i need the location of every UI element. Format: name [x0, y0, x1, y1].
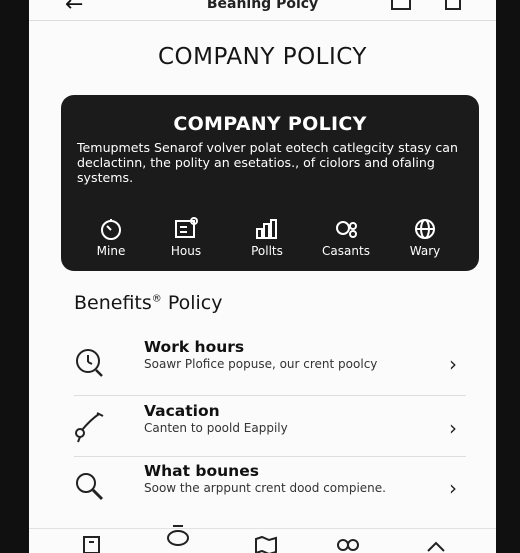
flamingo-icon — [75, 412, 104, 443]
list-item-work-hours[interactable]: Work hours Soawr Plofice popuse, our cre… — [29, 338, 496, 398]
feature-label: Hous — [170, 244, 202, 258]
clock-search-icon — [76, 349, 103, 377]
top-app-bar: ← Beaning Poicy — [29, 0, 496, 21]
building-icon[interactable] — [81, 534, 103, 553]
device-frame-left — [0, 0, 29, 553]
people-icon — [336, 221, 357, 238]
section-title-suffix: Policy — [161, 292, 223, 314]
chevron-right-icon: › — [449, 416, 457, 440]
policy-card: COMPANY POLICY Temupmets Senarof volver … — [61, 95, 479, 271]
list-item-title: Work hours — [144, 338, 245, 356]
chevron-right-icon: › — [449, 476, 457, 500]
globe-icon — [415, 219, 435, 239]
feature-casants[interactable]: Casants — [313, 217, 379, 258]
up-icon[interactable] — [425, 539, 447, 553]
document-icon — [175, 217, 198, 238]
list-item-vacation[interactable]: Vacation Canten to poold Eappily › — [29, 402, 496, 462]
divider — [74, 456, 466, 457]
feature-hous[interactable]: Hous — [153, 217, 219, 258]
page-title: COMPANY POLICY — [158, 44, 367, 70]
chat-icon[interactable] — [165, 523, 191, 549]
list-item-title: Vacation — [144, 402, 220, 420]
bookmark-icon[interactable] — [445, 0, 461, 10]
feature-label: Mine — [96, 244, 126, 258]
section-title: Benefits® Policy — [74, 292, 222, 314]
magnifier-icon — [76, 473, 104, 501]
feature-label: Wary — [409, 244, 441, 258]
phone-screen: ← Beaning Poicy COMPANY POLICY COMPANY P… — [29, 0, 496, 553]
section-title-text: Benefits — [74, 292, 152, 314]
device-frame-right — [496, 0, 520, 553]
chart-icon — [256, 219, 277, 239]
feature-label: Casants — [322, 244, 370, 258]
bottom-navigation — [29, 525, 496, 553]
app-bar-title: Beaning Poicy — [206, 0, 319, 12]
square-icon[interactable] — [391, 0, 411, 10]
registered-mark: ® — [151, 293, 162, 305]
feature-pollts[interactable]: Pollts — [234, 217, 300, 258]
feature-wary[interactable]: Wary — [392, 217, 458, 258]
divider — [74, 395, 466, 396]
map-icon[interactable] — [254, 534, 278, 553]
feature-label: Pollts — [251, 244, 283, 258]
list-item-title: What bounes — [144, 462, 259, 480]
card-title: COMPANY POLICY — [173, 113, 367, 135]
list-item-description: Soow the arppunt crent dood compiene. — [144, 481, 386, 495]
card-description: Temupmets Senarof volver polat eotech ca… — [77, 140, 458, 185]
timer-icon — [101, 219, 121, 240]
group-icon[interactable] — [335, 537, 361, 553]
list-item-description: Canten to poold Eappily — [144, 421, 288, 435]
list-item-description: Soawr Plofice popuse, our crent poolcy — [144, 357, 378, 371]
feature-mine[interactable]: Mine — [78, 217, 144, 258]
chevron-right-icon: › — [449, 352, 457, 376]
list-item-what-bounes[interactable]: What bounes Soow the arppunt crent dood … — [29, 462, 496, 522]
